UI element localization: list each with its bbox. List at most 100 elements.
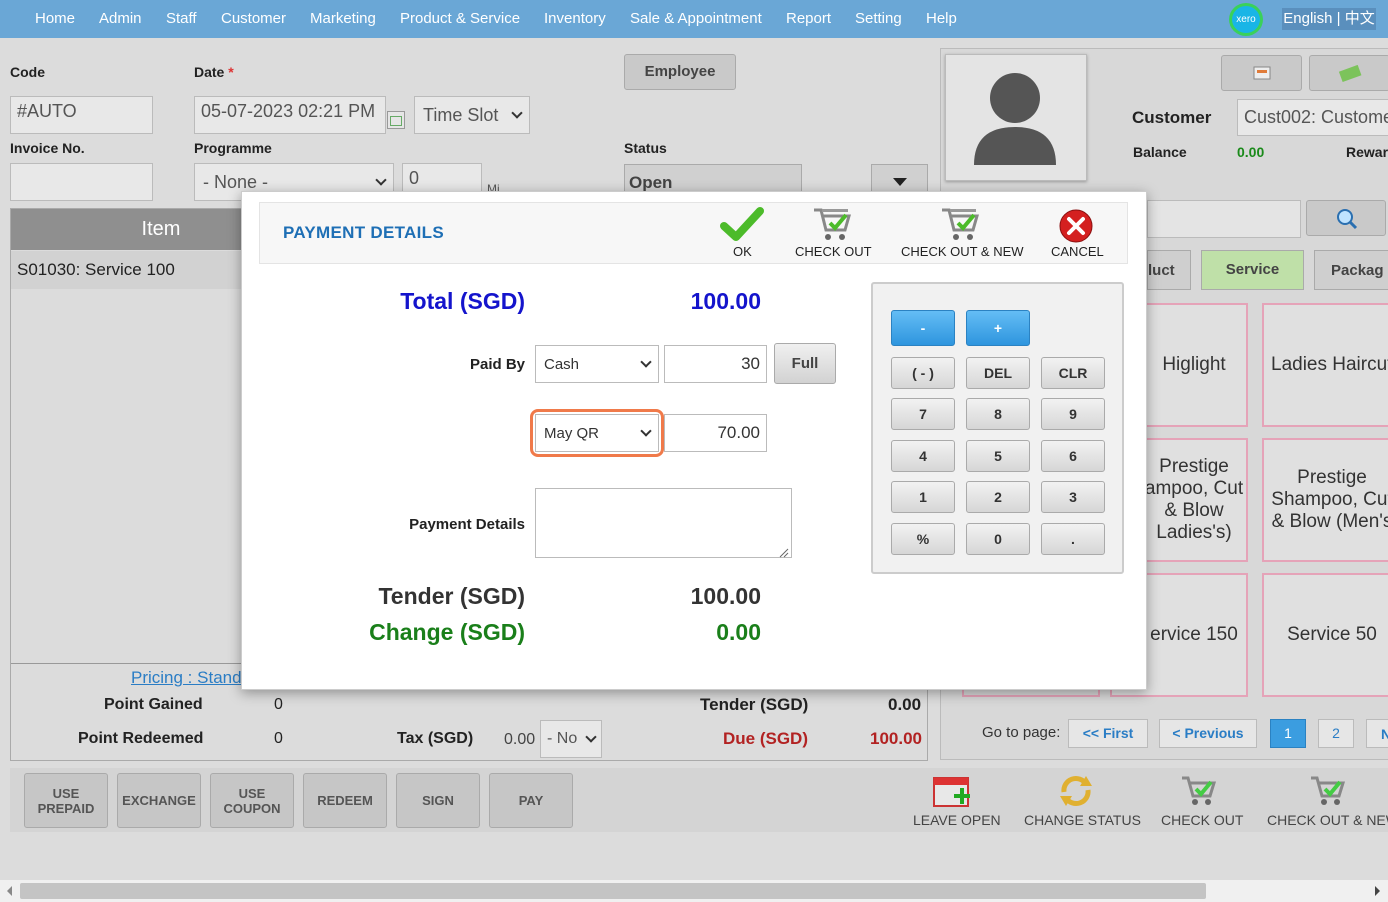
scroll-right-icon[interactable] bbox=[1375, 886, 1380, 896]
nav-product-service[interactable]: Product & Service bbox=[400, 10, 520, 27]
keypad-5-button[interactable]: 5 bbox=[966, 440, 1030, 472]
paid-by-label: Paid By bbox=[469, 356, 525, 373]
pay-button[interactable]: PAY bbox=[489, 773, 573, 828]
invoice-input[interactable] bbox=[10, 163, 153, 201]
ok-button[interactable]: OK bbox=[733, 244, 752, 259]
caret-down-icon bbox=[893, 178, 907, 186]
checkout-cart-icon[interactable] bbox=[1178, 772, 1218, 815]
redeem-button[interactable]: REDEEM bbox=[303, 773, 387, 828]
search-input[interactable] bbox=[1147, 200, 1301, 238]
service-tile[interactable]: Ladies Haircut bbox=[1262, 303, 1388, 427]
checkout-button[interactable]: CHECK OUT bbox=[795, 244, 872, 259]
nav-help[interactable]: Help bbox=[926, 10, 957, 27]
programme-label: Programme bbox=[194, 140, 272, 156]
page-button[interactable]: 2 bbox=[1318, 719, 1354, 748]
nav-sale-appointment[interactable]: Sale & Appointment bbox=[630, 10, 762, 27]
search-icon bbox=[1337, 209, 1358, 230]
pricing-link[interactable]: Pricing : Stand bbox=[131, 668, 242, 688]
scroll-left-icon[interactable] bbox=[7, 886, 12, 896]
leave-open-icon[interactable] bbox=[932, 776, 972, 815]
employee-button[interactable]: Employee bbox=[624, 54, 736, 90]
code-input[interactable]: #AUTO bbox=[10, 96, 153, 134]
keypad-8-button[interactable]: 8 bbox=[966, 398, 1030, 430]
sign-button[interactable]: SIGN bbox=[396, 773, 480, 828]
payment-details-textarea[interactable] bbox=[535, 488, 792, 558]
first-page-button[interactable]: << First bbox=[1068, 719, 1148, 748]
tab-product[interactable]: luct bbox=[1147, 250, 1191, 290]
service-tile[interactable]: Prestige Shampoo, Cut & Blow (Men's bbox=[1262, 438, 1388, 562]
change-status-icon[interactable] bbox=[1056, 772, 1096, 815]
reward-label: Rewar bbox=[1346, 144, 1388, 160]
nav-report[interactable]: Report bbox=[786, 10, 831, 27]
checkout-new-label[interactable]: CHECK OUT & NEW bbox=[1267, 812, 1388, 828]
scrollbar-thumb[interactable] bbox=[20, 883, 1206, 899]
keypad-2-button[interactable]: 2 bbox=[966, 481, 1030, 513]
checkout-new-button[interactable]: CHECK OUT & NEW bbox=[901, 244, 1024, 259]
keypad-4-button[interactable]: 4 bbox=[891, 440, 955, 472]
next-page-button[interactable]: N bbox=[1366, 719, 1388, 748]
payment-amount-input[interactable]: 70.00 bbox=[664, 414, 767, 452]
tab-package[interactable]: Packag bbox=[1314, 250, 1388, 290]
checkout-new-cart-icon[interactable] bbox=[1307, 772, 1347, 815]
change-status-label[interactable]: CHANGE STATUS bbox=[1024, 812, 1141, 828]
customer-money-button[interactable] bbox=[1309, 55, 1388, 91]
keypad-1-button[interactable]: 1 bbox=[891, 481, 955, 513]
exchange-button[interactable]: EXCHANGE bbox=[117, 773, 201, 828]
service-tile[interactable]: Service 50 bbox=[1262, 573, 1388, 697]
cancel-button[interactable]: CANCEL bbox=[1051, 244, 1104, 259]
modal-tender-value: 100.00 bbox=[690, 583, 761, 609]
cancel-x-icon[interactable] bbox=[1058, 208, 1094, 249]
calendar-icon[interactable] bbox=[387, 111, 405, 129]
time-slot-select[interactable]: Time Slot bbox=[414, 96, 530, 134]
keypad-del-button[interactable]: DEL bbox=[966, 357, 1030, 389]
keypad-plus-button[interactable]: + bbox=[966, 310, 1030, 346]
keypad-clr-button[interactable]: CLR bbox=[1041, 357, 1105, 389]
checkout-cart-icon[interactable] bbox=[810, 203, 854, 248]
tax-value: 0.00 bbox=[504, 731, 536, 748]
customer-input[interactable]: Cust002: Customer bbox=[1237, 99, 1388, 136]
payment-method-select[interactable]: Cash bbox=[535, 345, 659, 383]
due-label: Due (SGD) bbox=[723, 729, 808, 748]
tender-value: 0.00 bbox=[888, 695, 922, 714]
keypad-3-button[interactable]: 3 bbox=[1041, 481, 1105, 513]
keypad-9-button[interactable]: 9 bbox=[1041, 398, 1105, 430]
keypad-negate-button[interactable]: ( - ) bbox=[891, 357, 955, 389]
keypad-7-button[interactable]: 7 bbox=[891, 398, 955, 430]
language-switch[interactable]: English | 中文 bbox=[1282, 8, 1376, 30]
payment-amount-input[interactable]: 30 bbox=[664, 345, 767, 383]
status-label: Status bbox=[624, 140, 667, 156]
checkout-label[interactable]: CHECK OUT bbox=[1161, 812, 1243, 828]
leave-open-label[interactable]: LEAVE OPEN bbox=[913, 812, 1001, 828]
nav-admin[interactable]: Admin bbox=[99, 10, 142, 27]
nav-setting[interactable]: Setting bbox=[855, 10, 902, 27]
resize-handle-icon[interactable] bbox=[779, 545, 789, 563]
keypad-6-button[interactable]: 6 bbox=[1041, 440, 1105, 472]
keypad-dot-button[interactable]: . bbox=[1041, 523, 1105, 555]
payment-method-select[interactable]: May QR bbox=[535, 414, 659, 452]
tab-service[interactable]: Service bbox=[1201, 250, 1304, 290]
checkout-new-cart-icon[interactable] bbox=[938, 203, 982, 248]
xero-logo[interactable]: xero bbox=[1229, 3, 1263, 36]
date-input[interactable]: 05-07-2023 02:21 PM bbox=[194, 96, 386, 134]
keypad-0-button[interactable]: 0 bbox=[966, 523, 1030, 555]
point-gained-value: 0 bbox=[274, 696, 283, 713]
keypad-minus-button[interactable]: - bbox=[891, 310, 955, 346]
ok-check-icon[interactable] bbox=[720, 206, 764, 247]
payment-details-label: Payment Details bbox=[409, 516, 525, 533]
search-button[interactable] bbox=[1306, 200, 1386, 236]
nav-staff[interactable]: Staff bbox=[166, 10, 197, 27]
nav-inventory[interactable]: Inventory bbox=[544, 10, 606, 27]
full-button[interactable]: Full bbox=[774, 343, 836, 384]
use-coupon-button[interactable]: USE COUPON bbox=[210, 773, 294, 828]
tax-select[interactable]: - No bbox=[540, 720, 602, 758]
previous-page-button[interactable]: < Previous bbox=[1159, 719, 1257, 748]
nav-marketing[interactable]: Marketing bbox=[310, 10, 376, 27]
customer-card-button[interactable] bbox=[1221, 55, 1302, 91]
nav-home[interactable]: Home bbox=[35, 10, 75, 27]
keypad-percent-button[interactable]: % bbox=[891, 523, 955, 555]
total-value: 100.00 bbox=[690, 288, 761, 314]
use-prepaid-button[interactable]: USE PREPAID bbox=[24, 773, 108, 828]
page-button[interactable]: 1 bbox=[1270, 719, 1306, 748]
card-icon bbox=[1253, 66, 1271, 80]
nav-customer[interactable]: Customer bbox=[221, 10, 286, 27]
